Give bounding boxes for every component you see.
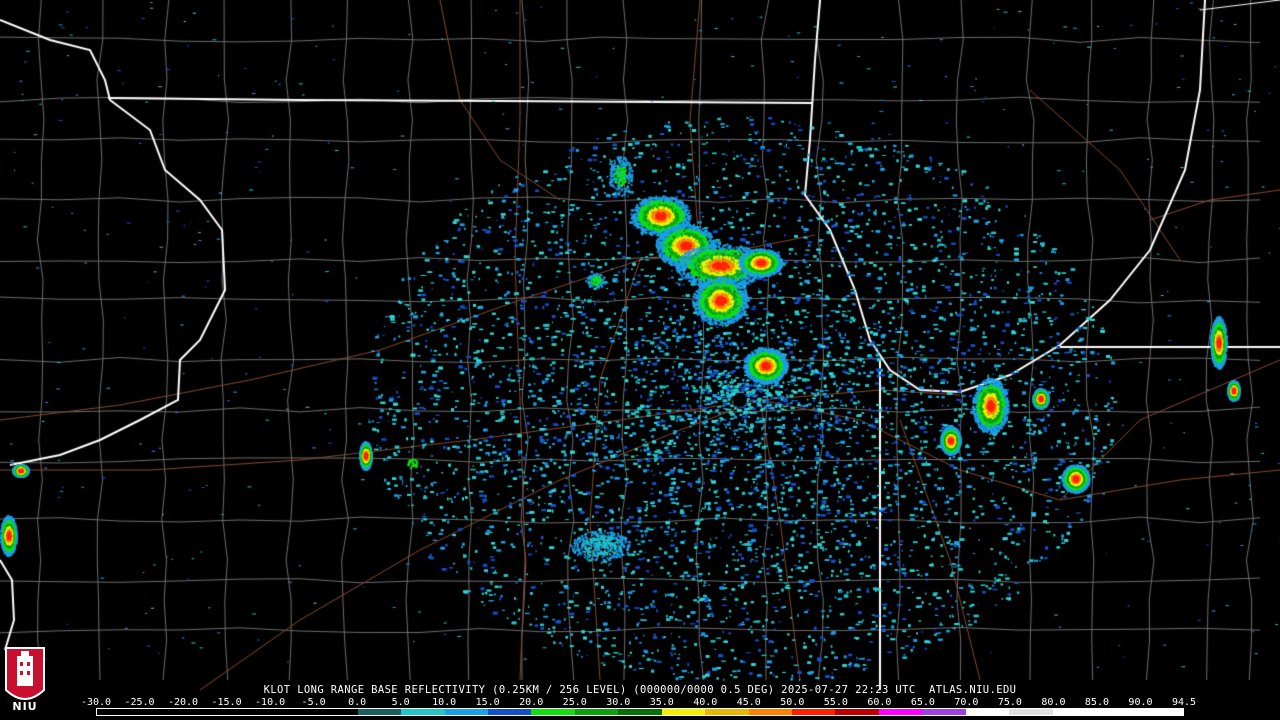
scale-swatch [965, 709, 1010, 715]
color-scale-bar [96, 708, 1184, 716]
scale-swatch [140, 709, 184, 715]
scale-label: -15.0 [211, 697, 242, 708]
scale-swatch [401, 709, 445, 715]
scale-swatch [661, 709, 706, 715]
scale-swatch [1009, 709, 1053, 715]
scale-label: 75.0 [997, 697, 1022, 708]
scale-swatch [357, 709, 402, 715]
scale-label: 50.0 [780, 697, 805, 708]
radar-map [0, 0, 1280, 720]
scale-label: -25.0 [124, 697, 155, 708]
scale-swatch [487, 709, 532, 715]
scale-label: -30.0 [80, 697, 112, 708]
scale-label: 60.0 [867, 697, 892, 708]
scale-swatch [574, 709, 619, 715]
scale-label: 65.0 [910, 697, 935, 708]
scale-swatch [183, 709, 228, 715]
scale-label: 10.0 [432, 697, 457, 708]
scale-swatch [227, 709, 271, 715]
scale-label: 20.0 [519, 697, 544, 708]
scale-label: 25.0 [562, 697, 587, 708]
scale-swatch [444, 709, 488, 715]
scale-label: -10.0 [255, 697, 286, 708]
scale-swatch [1139, 709, 1183, 715]
scale-label: 45.0 [736, 697, 761, 708]
scale-label: 0.0 [348, 697, 367, 708]
scale-label: 80.0 [1041, 697, 1066, 708]
scale-label: 30.0 [606, 697, 631, 708]
scale-label: 40.0 [693, 697, 718, 708]
scale-label: 15.0 [475, 697, 500, 708]
scale-swatch [1052, 709, 1097, 715]
logo-text: NIU [12, 700, 38, 713]
scale-swatch [531, 709, 575, 715]
scale-label: 90.0 [1128, 697, 1153, 708]
scale-label: 35.0 [649, 697, 674, 708]
scale-label: 55.0 [823, 697, 848, 708]
product-caption: KLOT LONG RANGE BASE REFLECTIVITY (0.25K… [263, 684, 1017, 696]
scale-swatch [618, 709, 662, 715]
scale-label: 70.0 [954, 697, 979, 708]
scale-label: 94.5 [1171, 697, 1197, 708]
scale-swatch [705, 709, 749, 715]
scale-label: -5.0 [301, 697, 326, 708]
scale-swatch [878, 709, 923, 715]
scale-swatch [792, 709, 836, 715]
scale-label: 5.0 [391, 697, 410, 708]
scale-swatch [314, 709, 358, 715]
scale-swatch [1096, 709, 1140, 715]
scale-swatch [835, 709, 879, 715]
scale-label: 85.0 [1084, 697, 1109, 708]
scale-swatch [748, 709, 792, 715]
scale-swatch [270, 709, 315, 715]
scale-swatch [922, 709, 966, 715]
scale-swatch [97, 709, 141, 715]
scale-label: -20.0 [167, 697, 199, 708]
